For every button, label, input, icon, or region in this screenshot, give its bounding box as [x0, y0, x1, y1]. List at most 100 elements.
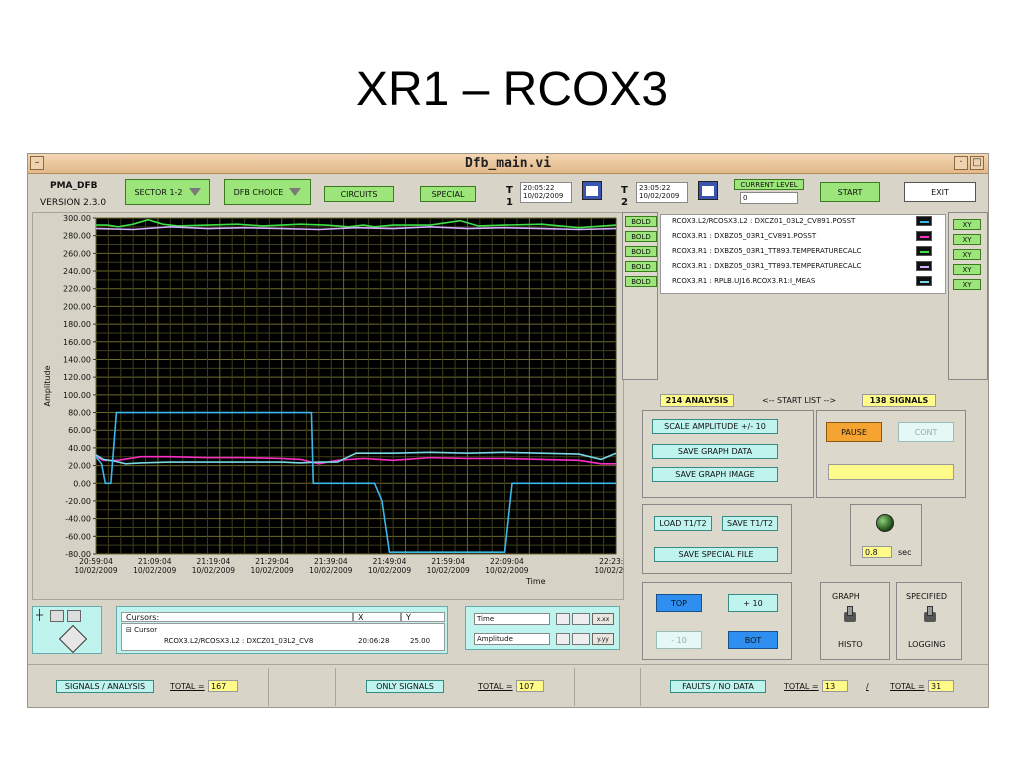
save-graph-data-button[interactable]: SAVE GRAPH DATA: [652, 444, 778, 459]
total-value-2: 107: [516, 680, 544, 692]
t1-datetime-field[interactable]: 20:05:22 10/02/2009: [520, 182, 572, 203]
signals-analysis-button[interactable]: SIGNALS / ANALYSIS: [56, 680, 154, 693]
xy-button[interactable]: XY: [953, 279, 981, 290]
x-format-button[interactable]: x.xx: [592, 613, 614, 625]
cursor-signal: RCOX3.L2/RCOSX3.L2 : DXCZ01_03L2_CV8: [164, 637, 314, 645]
graph-histo-toggle-icon[interactable]: [844, 606, 856, 624]
calendar-icon[interactable]: [698, 181, 718, 200]
t1-date: 10/02/2009: [523, 192, 564, 200]
pause-button[interactable]: PAUSE: [826, 422, 882, 442]
amplitude-chart[interactable]: 300.00 280.00 260.00 240.00 220.00 200.00 180.…: [32, 212, 624, 600]
bold-button[interactable]: BOLD: [625, 261, 657, 272]
status-message-field: [828, 464, 954, 480]
cursor-row[interactable]: ⊟ Cursor: [126, 626, 157, 634]
t1-number: 1: [506, 197, 513, 208]
file-group: [642, 504, 792, 574]
minimize-icon[interactable]: ·: [954, 156, 968, 170]
special-button[interactable]: SPECIAL: [420, 186, 476, 202]
delay-field[interactable]: 0.8: [862, 546, 892, 558]
sector-dropdown[interactable]: SECTOR 1-2: [125, 179, 210, 205]
y-format-button[interactable]: y.yy: [592, 633, 614, 645]
xy-button[interactable]: XY: [953, 219, 981, 230]
bold-button[interactable]: BOLD: [625, 246, 657, 257]
cursor-list[interactable]: ⊟ Cursor RCOX3.L2/RCOSX3.L2 : DXCZ01_03L…: [121, 623, 445, 651]
continue-button[interactable]: CONT: [898, 422, 954, 442]
time-axis-field[interactable]: Time: [474, 613, 550, 625]
x-tick-label: 21:29:04: [255, 557, 289, 566]
exit-button[interactable]: EXIT: [904, 182, 976, 202]
legend-line-icon[interactable]: [916, 261, 932, 271]
cursor-x-header: X: [353, 612, 401, 622]
lock-icon[interactable]: [556, 613, 570, 625]
circuits-button[interactable]: CIRCUITS: [324, 186, 394, 202]
current-level-label: CURRENT LEVEL: [734, 179, 804, 190]
crosshair-icon[interactable]: ┼: [36, 610, 43, 621]
save-graph-image-button[interactable]: SAVE GRAPH IMAGE: [652, 467, 778, 482]
faults-no-data-button[interactable]: FAULTS / NO DATA: [670, 680, 766, 693]
x-tick-label: 22:23:29: [599, 557, 624, 566]
save-special-file-button[interactable]: SAVE SPECIAL FILE: [654, 547, 778, 562]
slide-title: XR1 – RCOX3: [355, 63, 669, 116]
cursor-move-icon[interactable]: [58, 624, 88, 654]
cursor-panel: Cursors: X Y ⊟ Cursor RCOX3.L2/RCOSX3.L2…: [116, 606, 448, 654]
pan-hand-icon[interactable]: [67, 610, 81, 622]
logging-label: LOGGING: [908, 640, 946, 649]
cursor-y-label: Y: [406, 613, 411, 622]
minus-10-button[interactable]: - 10: [656, 631, 702, 649]
delay-unit: sec: [898, 548, 912, 557]
lock-icon[interactable]: [556, 633, 570, 645]
y-tick-label: 80.00: [68, 409, 91, 418]
t2-datetime-field[interactable]: 23:05:22 10/02/2009: [636, 182, 688, 203]
window-titlebar[interactable]: – Dfb_main.vi · □: [28, 154, 988, 174]
y-tick-label: 260.00: [63, 249, 91, 258]
scale-amplitude-button[interactable]: SCALE AMPLITUDE +/- 10: [652, 419, 778, 434]
window-title: Dfb_main.vi: [464, 156, 552, 171]
specified-logging-toggle-icon[interactable]: [924, 606, 936, 624]
autoscale-x-icon[interactable]: [572, 613, 590, 625]
bold-button[interactable]: BOLD: [625, 276, 657, 287]
total-label-1: TOTAL =: [170, 682, 205, 691]
x-tick-label: 21:09:04: [138, 557, 172, 566]
xy-button[interactable]: XY: [953, 249, 981, 260]
autoscale-y-icon[interactable]: [572, 633, 590, 645]
x-tick-date: 10/02/2009: [368, 566, 411, 575]
legend-signal-name: RCOX3.R1 : DXBZ05_03R1_TT893.TEMPERATURE…: [672, 247, 862, 255]
cursors-label: Cursors:: [126, 613, 160, 622]
zoom-icon[interactable]: [50, 610, 64, 622]
total-value-3: 13: [822, 680, 848, 692]
top-button[interactable]: TOP: [656, 594, 702, 612]
amplitude-axis-field[interactable]: Amplitude: [474, 633, 550, 645]
legend-line-icon[interactable]: [916, 231, 932, 241]
xy-button[interactable]: XY: [953, 264, 981, 275]
status-led-icon: [876, 514, 894, 532]
total-label-3: TOTAL =: [784, 682, 819, 691]
save-t1t2-button[interactable]: SAVE T1/T2: [722, 516, 778, 531]
only-signals-button[interactable]: ONLY SIGNALS: [366, 680, 444, 693]
bold-button[interactable]: BOLD: [625, 216, 657, 227]
y-tick-label: 240.00: [63, 267, 91, 276]
app-version: VERSION 2.3.0: [40, 198, 107, 208]
xy-button[interactable]: XY: [953, 234, 981, 245]
total-value-1: 167: [208, 680, 238, 692]
dfb-choice-dropdown[interactable]: DFB CHOICE: [224, 179, 311, 205]
graph-label: GRAPH: [832, 592, 860, 601]
legend-line-icon[interactable]: [916, 276, 932, 286]
start-list-label: <-- START LIST -->: [762, 396, 837, 405]
x-tick-date: 10/02/2009: [485, 566, 528, 575]
calendar-icon[interactable]: [582, 181, 602, 200]
load-t1t2-button[interactable]: LOAD T1/T2: [654, 516, 712, 531]
t1-time: 20:05:22: [523, 184, 555, 192]
legend-line-icon[interactable]: [916, 216, 932, 226]
bottom-button[interactable]: BOT: [728, 631, 778, 649]
x-tick-label: 21:19:04: [197, 557, 231, 566]
plus-10-button[interactable]: + 10: [728, 594, 778, 612]
legend-line-icon[interactable]: [916, 246, 932, 256]
current-level-field[interactable]: 0: [740, 192, 798, 204]
cursor-y-value: 25.00: [410, 637, 431, 645]
bold-button[interactable]: BOLD: [625, 231, 657, 242]
start-button[interactable]: START: [820, 182, 880, 202]
x-tick-date: 10/02/2009: [74, 566, 117, 575]
total-slash: /: [866, 682, 869, 691]
maximize-icon[interactable]: □: [970, 156, 984, 170]
app-name: PMA_DFB: [50, 181, 98, 191]
